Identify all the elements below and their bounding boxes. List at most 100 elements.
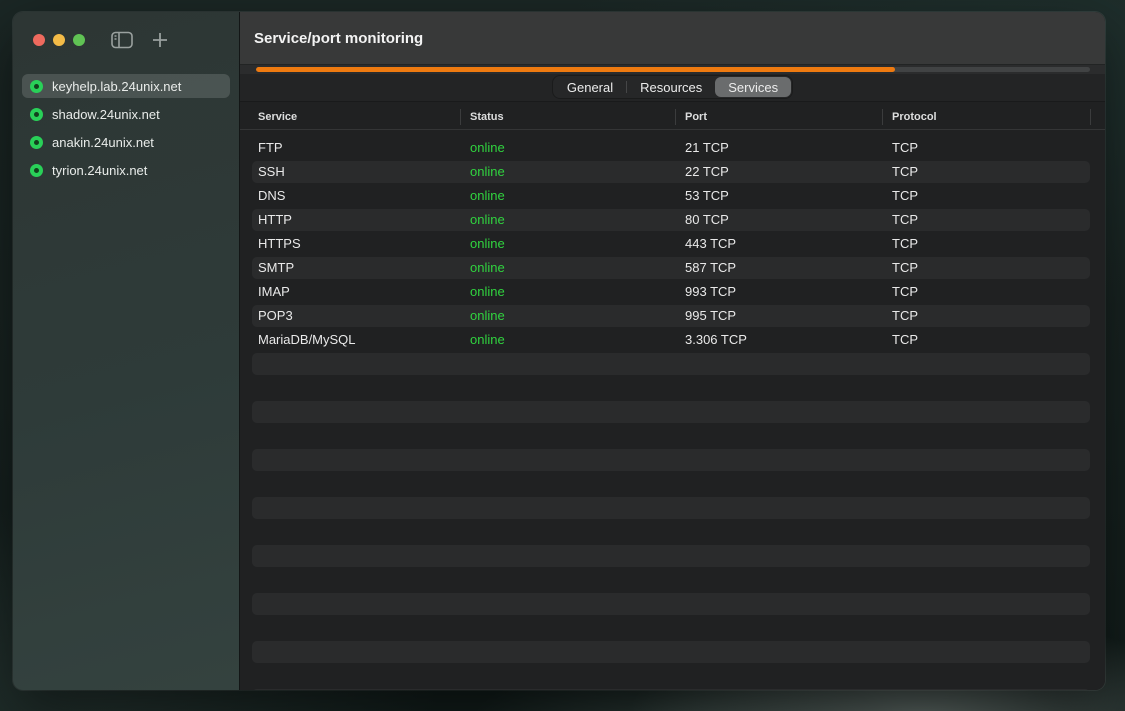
table-row-empty — [240, 640, 1105, 664]
table-row[interactable]: IMAP online 993 TCP TCP — [240, 280, 1105, 304]
table-row-empty — [240, 592, 1105, 616]
row-stripe — [252, 545, 1090, 567]
sidebar-item-server[interactable]: shadow.24unix.net — [22, 102, 230, 126]
row-stripe — [252, 641, 1090, 663]
server-status-icon — [30, 164, 43, 177]
cell-status: online — [470, 328, 505, 352]
tab-general[interactable]: General — [554, 77, 626, 97]
server-status-icon — [30, 108, 43, 121]
cell-status: online — [470, 256, 505, 280]
column-header-protocol: Protocol — [892, 105, 937, 129]
column-divider — [460, 109, 461, 125]
cell-status: online — [470, 280, 505, 304]
cell-status: online — [470, 304, 505, 328]
table-row[interactable]: POP3 online 995 TCP TCP — [240, 304, 1105, 328]
table-row-empty — [240, 424, 1105, 448]
table-row-empty — [240, 544, 1105, 568]
cell-status: online — [470, 136, 505, 160]
column-header-port: Port — [685, 105, 707, 129]
row-stripe — [252, 161, 1090, 183]
table-header: Service Status Port Protocol — [240, 105, 1105, 130]
cell-port: 21 TCP — [685, 136, 729, 160]
app-window: keyhelp.lab.24unix.net shadow.24unix.net… — [13, 12, 1105, 690]
row-stripe — [252, 353, 1090, 375]
cell-protocol: TCP — [892, 136, 918, 160]
table-row-empty — [240, 664, 1105, 688]
table-row-empty — [240, 616, 1105, 640]
row-stripe — [252, 305, 1090, 327]
column-header-status: Status — [470, 105, 504, 129]
server-status-icon — [30, 80, 43, 93]
cell-protocol: TCP — [892, 256, 918, 280]
table-row-empty — [240, 688, 1105, 690]
cell-status: online — [470, 208, 505, 232]
table-row[interactable]: HTTP online 80 TCP TCP — [240, 208, 1105, 232]
server-label: tyrion.24unix.net — [52, 163, 147, 178]
column-divider — [675, 109, 676, 125]
table-row-empty — [240, 496, 1105, 520]
sidebar-item-server[interactable]: keyhelp.lab.24unix.net — [22, 74, 230, 98]
column-divider — [1090, 109, 1091, 125]
table-row[interactable]: HTTPS online 443 TCP TCP — [240, 232, 1105, 256]
row-stripe — [252, 257, 1090, 279]
cell-service: POP3 — [258, 304, 293, 328]
row-stripe — [252, 689, 1090, 690]
cell-port: 443 TCP — [685, 232, 736, 256]
column-header-service: Service — [258, 105, 297, 129]
zoom-button[interactable] — [73, 34, 85, 46]
tab-services[interactable]: Services — [715, 77, 791, 97]
cell-protocol: TCP — [892, 208, 918, 232]
tab-resources[interactable]: Resources — [627, 77, 715, 97]
cell-port: 3.306 TCP — [685, 328, 747, 352]
tab-switcher: GeneralResourcesServices — [553, 76, 792, 98]
cell-service: FTP — [258, 136, 283, 160]
row-stripe — [252, 209, 1090, 231]
server-label: keyhelp.lab.24unix.net — [52, 79, 181, 94]
cell-port: 993 TCP — [685, 280, 736, 304]
table-row-empty — [240, 448, 1105, 472]
row-stripe — [252, 593, 1090, 615]
cell-status: online — [470, 160, 505, 184]
row-stripe — [252, 497, 1090, 519]
sidebar-item-server[interactable]: anakin.24unix.net — [22, 130, 230, 154]
table-row[interactable]: MariaDB/MySQL online 3.306 TCP TCP — [240, 328, 1105, 352]
cell-protocol: TCP — [892, 304, 918, 328]
server-status-icon — [30, 136, 43, 149]
main-content: Service/port monitoring GeneralResources… — [240, 12, 1105, 690]
add-server-icon[interactable] — [151, 31, 169, 49]
table-row-empty — [240, 400, 1105, 424]
cell-protocol: TCP — [892, 160, 918, 184]
table-row-empty — [240, 472, 1105, 496]
server-list: keyhelp.lab.24unix.net shadow.24unix.net… — [13, 68, 239, 186]
column-divider — [882, 109, 883, 125]
cell-port: 53 TCP — [685, 184, 729, 208]
cell-service: DNS — [258, 184, 285, 208]
table-row-empty — [240, 376, 1105, 400]
row-stripe — [252, 449, 1090, 471]
services-table: Service Status Port Protocol FTP online … — [240, 102, 1105, 690]
cell-protocol: TCP — [892, 328, 918, 352]
sidebar-toggle-icon[interactable] — [111, 31, 133, 49]
cell-service: HTTP — [258, 208, 292, 232]
cell-protocol: TCP — [892, 184, 918, 208]
row-stripe — [252, 401, 1090, 423]
refresh-progress-bar — [256, 67, 1090, 72]
cell-service: MariaDB/MySQL — [258, 328, 356, 352]
table-row[interactable]: SMTP online 587 TCP TCP — [240, 256, 1105, 280]
minimize-button[interactable] — [53, 34, 65, 46]
sidebar-item-server[interactable]: tyrion.24unix.net — [22, 158, 230, 182]
cell-status: online — [470, 184, 505, 208]
cell-service: IMAP — [258, 280, 290, 304]
table-row[interactable]: FTP online 21 TCP TCP — [240, 136, 1105, 160]
progress-strip — [240, 65, 1105, 74]
table-row[interactable]: SSH online 22 TCP TCP — [240, 160, 1105, 184]
table-row[interactable]: DNS online 53 TCP TCP — [240, 184, 1105, 208]
tabs-row: GeneralResourcesServices — [240, 74, 1105, 102]
server-label: anakin.24unix.net — [52, 135, 154, 150]
progress-fill — [256, 67, 895, 72]
server-label: shadow.24unix.net — [52, 107, 160, 122]
table-row-empty — [240, 352, 1105, 376]
close-button[interactable] — [33, 34, 45, 46]
cell-port: 22 TCP — [685, 160, 729, 184]
cell-port: 587 TCP — [685, 256, 736, 280]
